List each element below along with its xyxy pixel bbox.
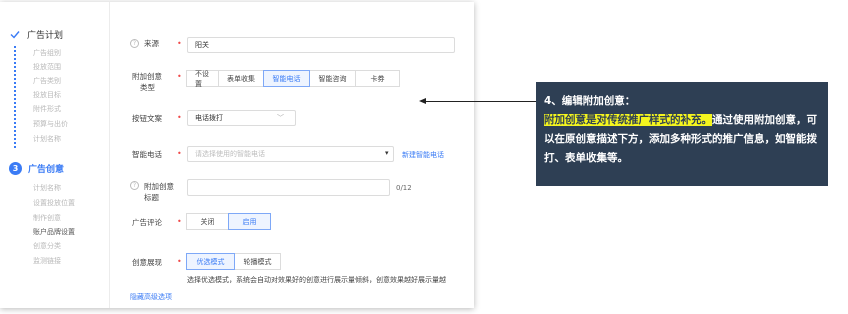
required-mark: •: [177, 72, 182, 81]
screenshot-card: 广告计划 广告组别 投放范围 广告类别 投放目标 附件形式 预算与出价 计划名称…: [0, 2, 474, 308]
label-line: 类型: [140, 83, 155, 92]
select-placeholder: 请选择使用的智能电话: [195, 150, 265, 158]
label-line: 附加创意: [144, 182, 174, 191]
comment-toggle: 关闭 启用: [186, 213, 271, 230]
callout-body: 附加创意是对传统推广样式的补充。通过使用附加创意，可以在原创意描述下方，添加多种…: [544, 111, 818, 168]
annotation-callout: 4、编辑附加创意： 附加创意是对传统推广样式的补充。通过使用附加创意，可以在原创…: [536, 82, 828, 186]
new-smart-phone-link[interactable]: 新建智能电话: [402, 150, 444, 160]
creative-form: ? 来源 • 阳关 附加创意 类型 • 不设置 表单收集 智能电话 智能咨询 卡…: [110, 2, 474, 308]
required-mark: •: [177, 257, 182, 266]
smart-phone-label: 智能电话: [132, 150, 162, 159]
sidebar-sub-item[interactable]: 创意分类: [33, 241, 61, 251]
step-number-badge: 3: [9, 162, 22, 175]
help-icon[interactable]: ?: [130, 39, 139, 48]
option-form[interactable]: 表单收集: [218, 70, 264, 87]
label-line: 标题: [144, 193, 159, 202]
step-title: 广告计划: [27, 31, 64, 41]
chevron-down-icon: ▾: [385, 149, 389, 157]
creative-title-label: 附加创意 标题: [144, 181, 174, 203]
option-optimal[interactable]: 优选模式: [186, 253, 235, 270]
help-icon[interactable]: ?: [130, 181, 139, 190]
sidebar-sub-item[interactable]: 预算与出价: [33, 119, 68, 129]
step-sidebar: 广告计划 广告组别 投放范围 广告类别 投放目标 附件形式 预算与出价 计划名称…: [0, 2, 110, 308]
char-counter: 0/12: [396, 184, 412, 192]
source-label: 来源: [144, 39, 159, 48]
sidebar-sub-item-active[interactable]: 账户品牌设置: [33, 227, 75, 237]
step-ad-creative[interactable]: 3 广告创意: [9, 162, 64, 175]
sidebar-sub-item[interactable]: 制作创意: [33, 213, 61, 223]
option-none[interactable]: 不设置: [186, 70, 219, 88]
sidebar-sub-item[interactable]: 广告组别: [33, 48, 61, 58]
select-value: 电话拨打: [195, 114, 223, 122]
option-off[interactable]: 关闭: [186, 213, 229, 230]
creative-type-label: 附加创意 类型: [132, 71, 162, 93]
button-text-label: 按钮文案: [132, 114, 162, 123]
comment-label: 广告评论: [132, 218, 162, 227]
required-mark: •: [177, 113, 182, 122]
smart-phone-select[interactable]: 请选择使用的智能电话: [187, 146, 394, 162]
display-label: 创意展现: [132, 258, 162, 267]
step-connector: [14, 46, 16, 148]
required-mark: •: [177, 217, 182, 226]
option-rotation[interactable]: 轮播模式: [234, 253, 281, 270]
label-line: 附加创意: [132, 72, 162, 81]
option-coupon[interactable]: 卡券: [355, 70, 400, 87]
required-mark: •: [177, 39, 182, 48]
option-on[interactable]: 启用: [228, 213, 271, 230]
source-input[interactable]: 阳关: [187, 37, 455, 53]
creative-type-selector: 不设置 表单收集 智能电话 智能咨询 卡券: [186, 70, 400, 88]
hide-advanced-link[interactable]: 隐藏高级选项: [130, 292, 172, 302]
sidebar-sub-item[interactable]: 投放目标: [33, 90, 61, 100]
option-smart-consult[interactable]: 智能咨询: [309, 70, 356, 87]
pointer-arrow-line: [424, 101, 536, 102]
display-hint: 选择优选模式，系统会自动对效果好的创意进行展示量倾斜，创意效果越好展示量越: [187, 276, 446, 284]
sidebar-sub-item[interactable]: 设置投放位置: [33, 198, 75, 208]
arrow-left-icon: [419, 98, 426, 104]
callout-highlight: 附加创意是对传统推广样式的补充。: [544, 114, 712, 126]
step-title: 广告创意: [28, 165, 65, 175]
check-icon: [9, 29, 21, 41]
required-mark: •: [177, 149, 182, 158]
sidebar-sub-item[interactable]: 附件形式: [33, 104, 61, 114]
sidebar-sub-item[interactable]: 投放范围: [33, 62, 61, 72]
creative-title-input[interactable]: [187, 179, 390, 196]
step-ad-plan[interactable]: 广告计划: [9, 28, 63, 41]
callout-heading: 4、编辑附加创意：: [544, 95, 636, 107]
sidebar-sub-item[interactable]: 监测链接: [33, 256, 61, 266]
chevron-down-icon: ﹀: [277, 114, 284, 122]
option-smart-phone[interactable]: 智能电话: [263, 70, 310, 87]
sidebar-sub-item[interactable]: 广告类别: [33, 76, 61, 86]
sidebar-sub-item[interactable]: 计划名称: [33, 134, 61, 144]
sidebar-sub-item[interactable]: 计划名称: [33, 183, 61, 193]
display-mode-selector: 优选模式 轮播模式: [186, 253, 281, 270]
